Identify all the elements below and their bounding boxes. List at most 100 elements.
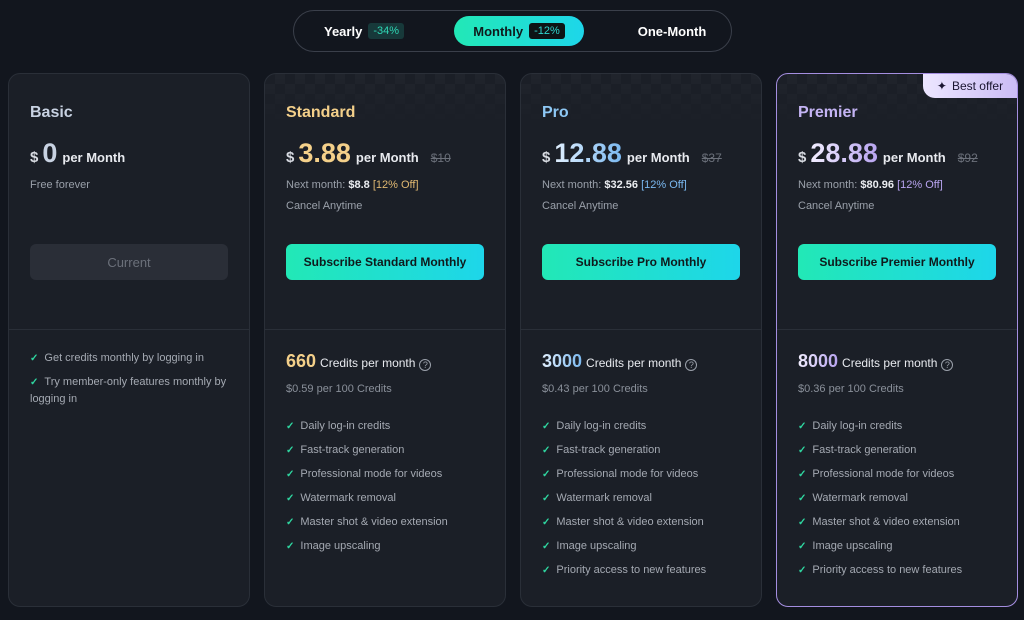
- price-period: per Month: [626, 150, 690, 165]
- credits-label: Credits per month: [586, 356, 682, 370]
- sparkle-icon: ✦: [936, 79, 947, 93]
- credits-amount: 3000: [542, 351, 583, 371]
- tab-yearly-label: Yearly: [323, 23, 363, 39]
- help-icon[interactable]: ?: [685, 359, 698, 371]
- help-icon[interactable]: ?: [419, 359, 432, 371]
- check-icon: ✓: [542, 565, 551, 576]
- feature-item: ✓ Watermark removal: [286, 492, 396, 504]
- credits-label: Credits per month: [320, 356, 416, 370]
- price-period: per Month: [62, 150, 126, 165]
- check-icon: ✓: [798, 421, 807, 432]
- feature-item: ✓ Professional mode for videos: [542, 468, 699, 480]
- cancel-anytime-note: Cancel Anytime: [798, 200, 875, 212]
- free-forever-note: Free forever: [30, 179, 90, 191]
- price-amount: 0: [42, 138, 58, 168]
- cancel-anytime-note: Cancel Anytime: [286, 200, 363, 212]
- feature-item: ✓ Master shot & video extension: [798, 516, 960, 528]
- feature-list: ✓ Daily log-in credits ✓ Fast-track genera…: [798, 418, 1003, 586]
- price-amount: 12.88: [554, 138, 622, 168]
- price-row: $ 28.88 per Month $92: [798, 138, 978, 169]
- help-icon[interactable]: ?: [941, 359, 954, 371]
- tab-yearly[interactable]: Yearly -34%: [304, 16, 424, 46]
- tab-monthly-label: Monthly: [473, 23, 524, 39]
- divider: [9, 329, 249, 330]
- price-per-100-credits: $0.43 per 100 Credits: [542, 383, 648, 395]
- check-icon: ✓: [542, 469, 551, 480]
- currency-symbol: $: [286, 149, 295, 166]
- feature-item: ✓ Priority access to new features: [542, 564, 707, 576]
- original-price: $10: [430, 151, 451, 165]
- check-icon: ✓: [542, 445, 551, 456]
- tab-monthly[interactable]: Monthly -12%: [454, 16, 584, 46]
- feature-item: ✓ Daily log-in credits: [798, 420, 903, 432]
- check-icon: ✓: [286, 421, 295, 432]
- check-icon: ✓: [798, 541, 807, 552]
- monthly-discount-badge: -12%: [529, 23, 565, 39]
- next-month-price: Next month: $80.96 [12% Off]: [798, 179, 943, 191]
- check-icon: ✓: [542, 493, 551, 504]
- feature-item: ✓ Fast-track generation: [286, 444, 405, 456]
- feature-item: ✓ Daily log-in credits: [542, 420, 647, 432]
- divider: [521, 329, 761, 330]
- feature-list: ✓ Daily log-in credits ✓ Fast-track genera…: [286, 418, 491, 562]
- plan-name: Standard: [286, 104, 356, 121]
- price-amount: 28.88: [810, 138, 878, 168]
- feature-item: ✓ Professional mode for videos: [286, 468, 443, 480]
- feature-item: ✓ Watermark removal: [542, 492, 652, 504]
- check-icon: ✓: [30, 353, 39, 364]
- price-per-100-credits: $0.36 per 100 Credits: [798, 383, 904, 395]
- tab-one-month-label: One-Month: [637, 23, 707, 39]
- original-price: $37: [701, 151, 722, 165]
- price-row: $ 0 per Month: [30, 138, 125, 169]
- billing-period-toggle: Yearly -34% Monthly -12% One-Month: [293, 10, 732, 52]
- subscribe-premier-button[interactable]: Subscribe Premier Monthly: [798, 244, 996, 280]
- check-icon: ✓: [798, 445, 807, 456]
- feature-item: ✓ Fast-track generation: [798, 444, 917, 456]
- check-icon: ✓: [798, 469, 807, 480]
- plan-card-standard: Standard $ 3.88 per Month $10 Next month…: [264, 73, 506, 607]
- currency-symbol: $: [798, 149, 807, 166]
- feature-item: ✓ Master shot & video extension: [542, 516, 704, 528]
- plan-name: Premier: [798, 104, 858, 121]
- feature-list: ✓ Daily log-in credits ✓ Fast-track genera…: [542, 418, 747, 586]
- best-offer-label: Best offer: [951, 79, 1004, 93]
- feature-item: ✓ Try member-only features monthly by log…: [30, 376, 227, 405]
- plan-card-pro: Pro $ 12.88 per Month $37 Next month: $3…: [520, 73, 762, 607]
- check-icon: ✓: [30, 377, 39, 388]
- subscribe-standard-button[interactable]: Subscribe Standard Monthly: [286, 244, 484, 280]
- best-offer-badge: ✦ Best offer: [923, 74, 1017, 98]
- check-icon: ✓: [798, 517, 807, 528]
- next-month-price: Next month: $32.56 [12% Off]: [542, 179, 687, 191]
- subscribe-pro-button[interactable]: Subscribe Pro Monthly: [542, 244, 740, 280]
- check-icon: ✓: [286, 469, 295, 480]
- price-row: $ 12.88 per Month $37: [542, 138, 722, 169]
- feature-item: ✓ Fast-track generation: [542, 444, 661, 456]
- price-period: per Month: [882, 150, 946, 165]
- feature-item: ✓ Professional mode for videos: [798, 468, 955, 480]
- currency-symbol: $: [542, 149, 551, 166]
- tab-one-month[interactable]: One-Month: [612, 16, 732, 46]
- plan-card-premier: ✦ Best offer Premier $ 28.88 per Month $…: [776, 73, 1018, 607]
- plan-name: Pro: [542, 104, 569, 121]
- original-price: $92: [957, 151, 978, 165]
- check-icon: ✓: [542, 541, 551, 552]
- check-icon: ✓: [286, 541, 295, 552]
- divider: [265, 329, 505, 330]
- check-icon: ✓: [798, 565, 807, 576]
- feature-item: ✓ Image upscaling: [286, 540, 381, 552]
- check-icon: ✓: [542, 421, 551, 432]
- credits-row: 660 Credits per month ?: [286, 351, 432, 372]
- check-icon: ✓: [798, 493, 807, 504]
- feature-item: ✓ Daily log-in credits: [286, 420, 391, 432]
- feature-item: ✓ Get credits monthly by logging in: [30, 352, 204, 364]
- next-month-price: Next month: $8.8 [12% Off]: [286, 179, 419, 191]
- feature-item: ✓ Watermark removal: [798, 492, 908, 504]
- divider: [777, 329, 1017, 330]
- feature-item: ✓ Image upscaling: [542, 540, 637, 552]
- credits-row: 3000 Credits per month ?: [542, 351, 698, 372]
- check-icon: ✓: [286, 517, 295, 528]
- price-row: $ 3.88 per Month $10: [286, 138, 451, 169]
- feature-item: ✓ Priority access to new features: [798, 564, 963, 576]
- current-plan-button[interactable]: Current: [30, 244, 228, 280]
- price-period: per Month: [355, 150, 419, 165]
